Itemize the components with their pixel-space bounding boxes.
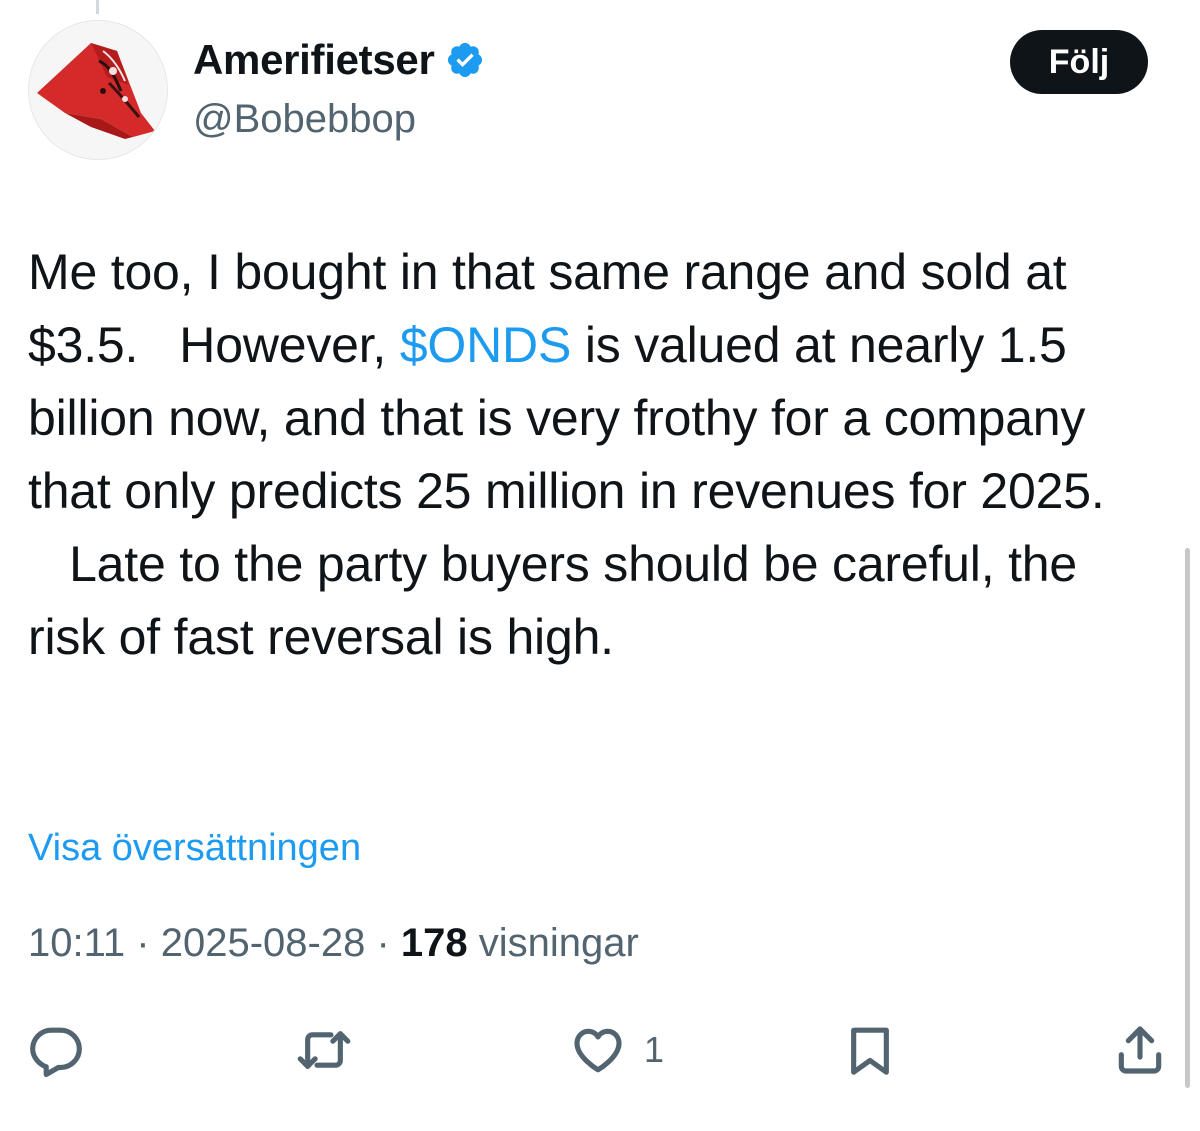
views-count: 178 — [400, 921, 468, 965]
tweet-actions: 1 — [0, 1010, 1200, 1090]
views-label: visningar — [478, 921, 639, 965]
bookmark-icon — [851, 1027, 889, 1075]
retweet-button[interactable] — [296, 1010, 352, 1090]
tweet-meta: 10:11 · 2025-08-28 · 178 visningar — [28, 916, 639, 970]
retweet-icon — [297, 1031, 351, 1069]
cashtag-link[interactable]: $ONDS — [400, 317, 571, 373]
avatar[interactable] — [28, 20, 168, 160]
red-bandana-avatar-icon — [29, 21, 167, 159]
tweet-text: Me too, I bought in that same range and … — [28, 236, 1138, 674]
like-button[interactable]: 1 — [570, 1010, 664, 1090]
follow-button[interactable]: Följ — [1010, 30, 1148, 94]
reply-button[interactable] — [28, 1010, 84, 1090]
scrollbar[interactable] — [1185, 548, 1190, 1088]
bookmark-button[interactable] — [842, 1010, 898, 1090]
share-button[interactable] — [1112, 1010, 1168, 1090]
tweet-time[interactable]: 10:11 — [28, 921, 125, 965]
tweet-text-part2: However, — [179, 317, 387, 373]
verified-badge-icon — [447, 42, 482, 78]
reply-icon — [30, 1027, 82, 1078]
tweet-date[interactable]: 2025-08-28 — [161, 921, 366, 965]
author-display-name[interactable]: Amerifietser — [193, 32, 435, 88]
tweet-text-part4: Late to the party buyers should be caref… — [28, 536, 1077, 665]
show-translation-link[interactable]: Visa översättningen — [28, 822, 361, 874]
meta-separator: · — [136, 921, 150, 965]
heart-icon — [574, 1028, 622, 1073]
meta-separator: · — [376, 921, 390, 965]
share-icon — [1118, 1026, 1162, 1074]
like-count: 1 — [644, 1029, 665, 1070]
author-handle[interactable]: @Bobebbop — [193, 94, 416, 144]
thread-connector-line — [96, 0, 99, 14]
